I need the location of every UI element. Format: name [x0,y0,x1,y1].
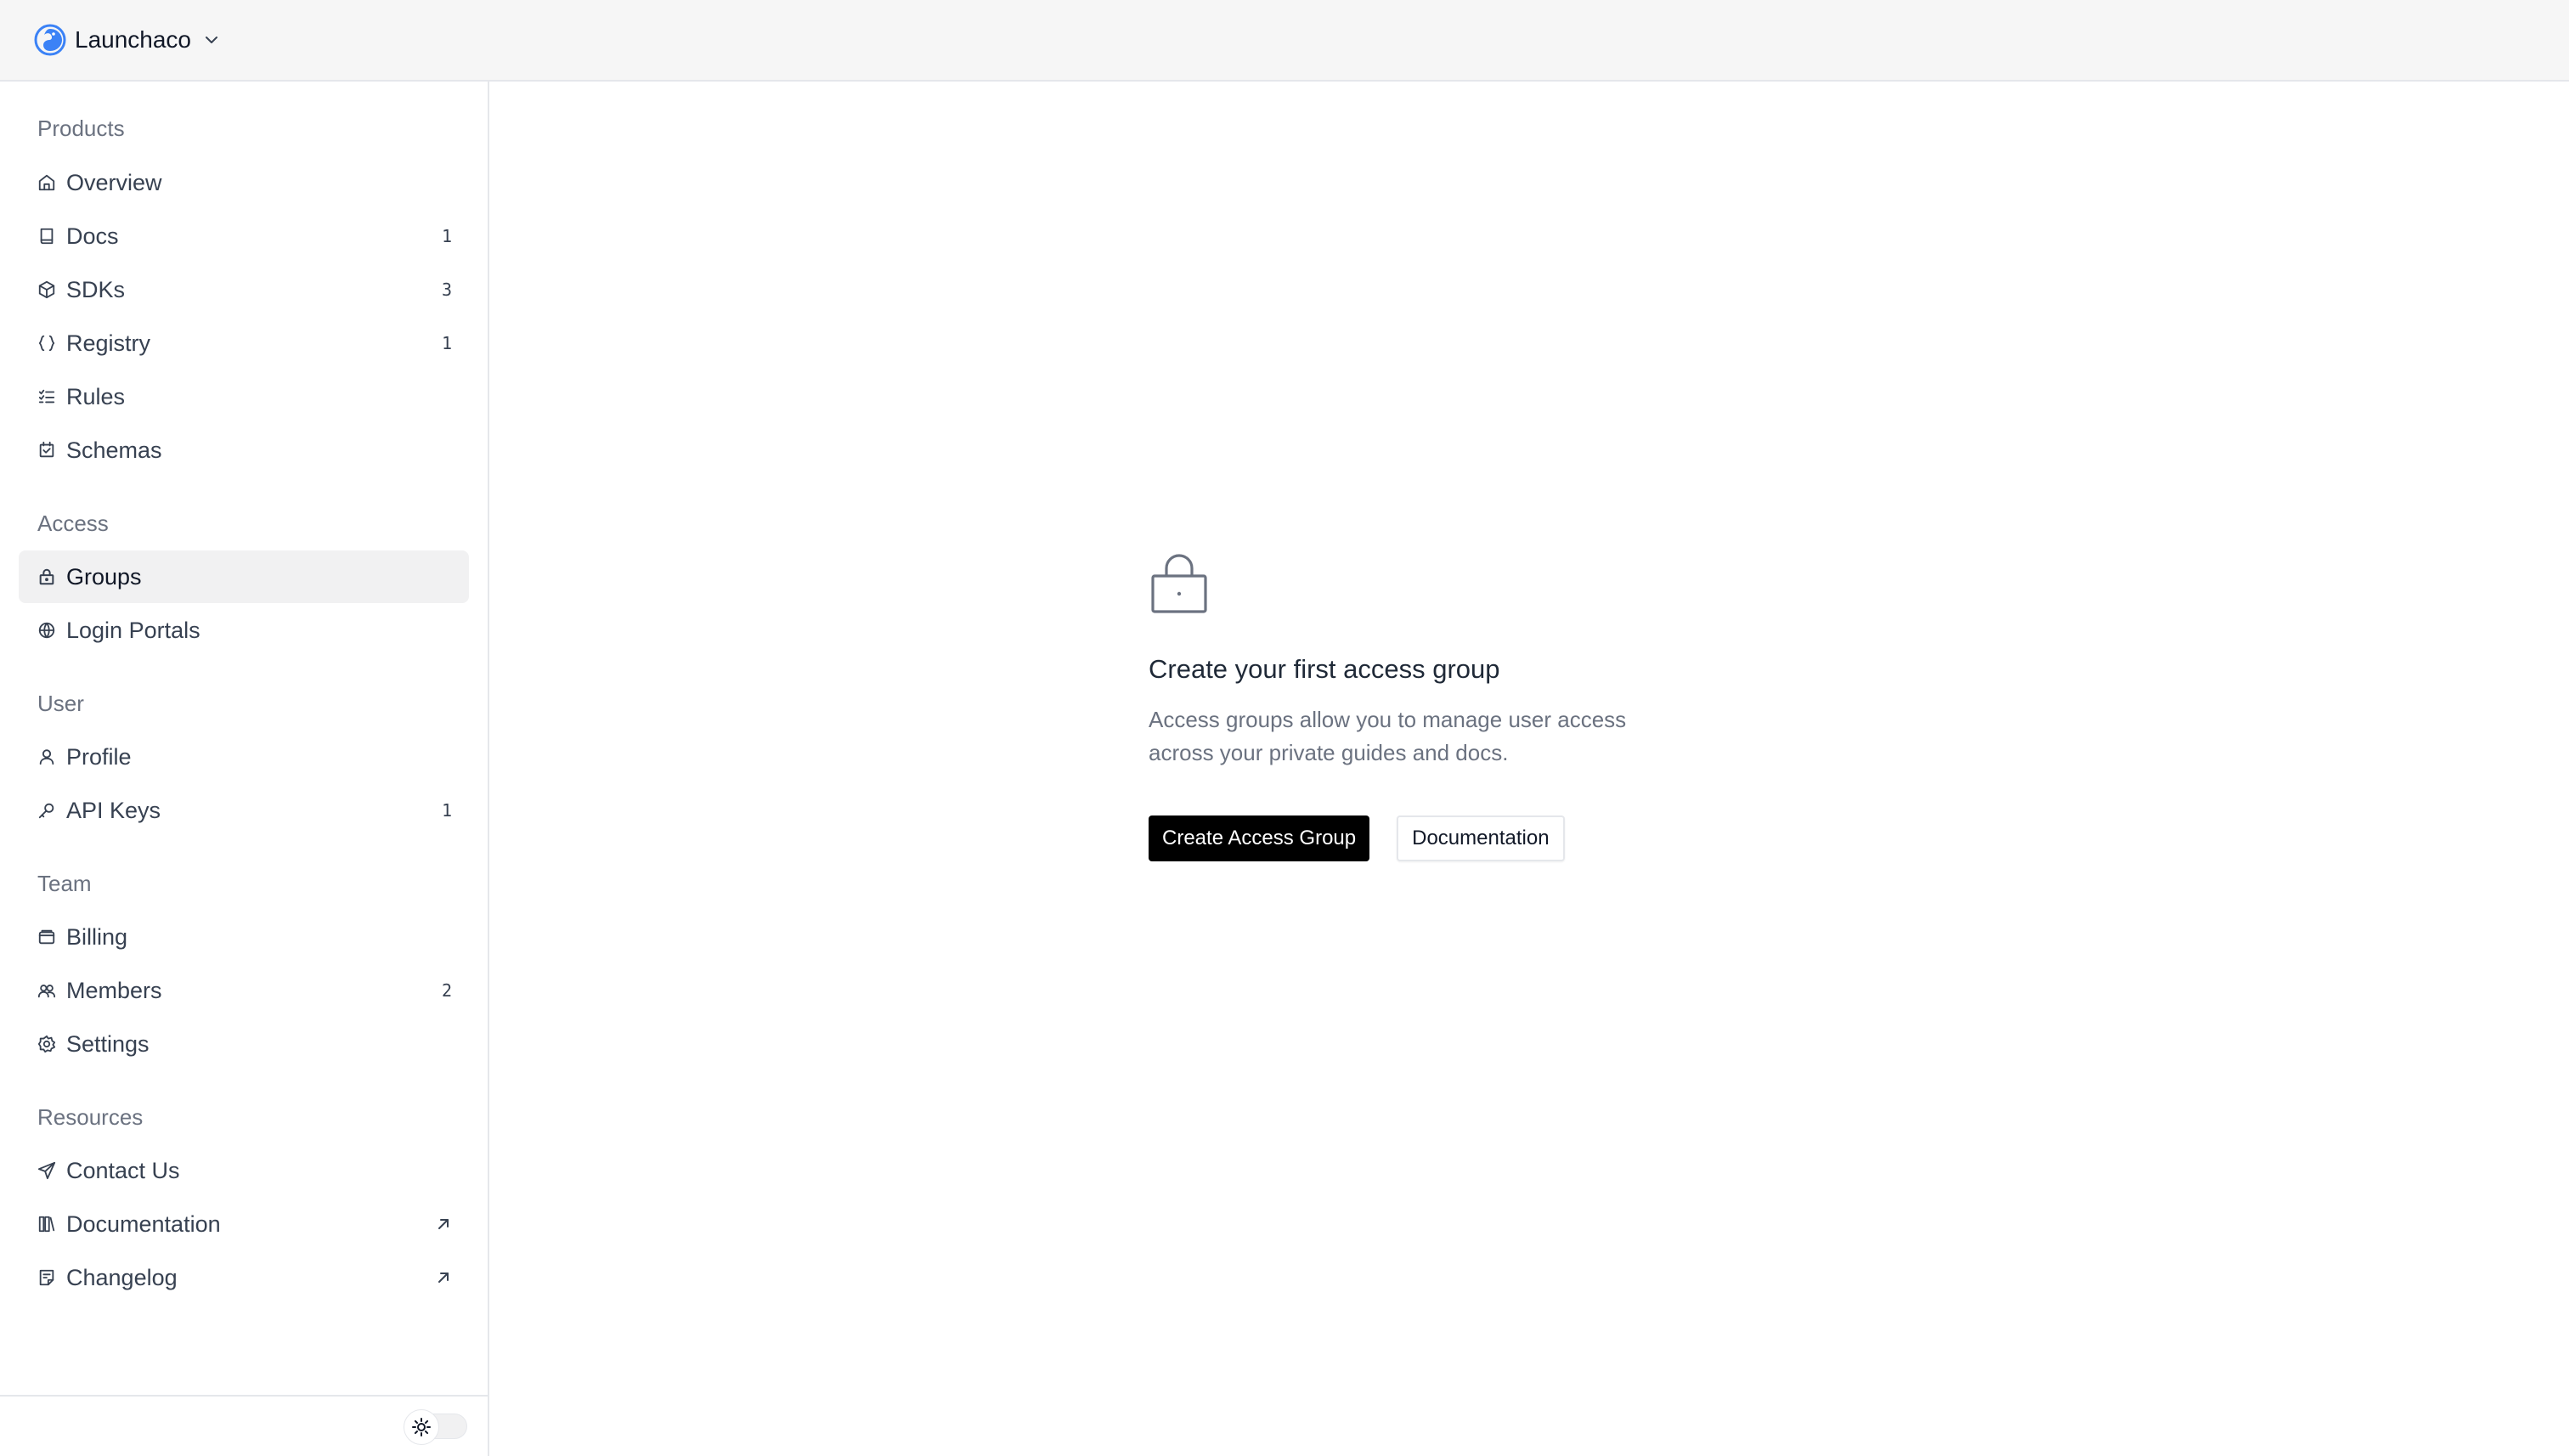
sidebar-item-label: API Keys [66,797,161,823]
sidebar-item-label: Profile [66,743,132,770]
lock-icon [37,567,56,586]
sidebar-item-api-keys[interactable]: API Keys 1 [19,784,469,837]
library-icon [37,1215,56,1233]
sidebar-item-label: SDKs [66,276,126,302]
package-icon [37,280,56,299]
app-window: Launchaco Products Overview Docs 1 SDKs … [0,0,2569,1456]
sidebar: Products Overview Docs 1 SDKs 3 Registry… [0,82,489,1456]
gear-icon [37,1035,56,1053]
sidebar-item-profile[interactable]: Profile [19,731,469,783]
count-badge: 1 [441,333,452,353]
send-icon [37,1161,56,1180]
globe-icon [37,621,56,640]
documentation-button[interactable]: Documentation [1397,815,1565,861]
count-badge: 2 [441,980,452,1001]
org-switcher[interactable]: Launchaco [34,24,220,56]
section-title-products: Products [37,116,125,141]
theme-toggle-knob [404,1409,439,1445]
book-icon [37,227,56,245]
section-title-resources: Resources [37,1104,144,1130]
sidebar-item-sdks[interactable]: SDKs 3 [19,263,469,316]
sidebar-item-label: Registry [66,330,151,356]
arrow-up-right-icon [435,1269,452,1286]
user-icon [37,748,56,766]
sidebar-item-label: Documentation [66,1211,221,1237]
users-icon [37,981,56,1000]
create-access-group-button[interactable]: Create Access Group [1149,815,1370,861]
home-icon [37,173,56,192]
sidebar-item-contact-us[interactable]: Contact Us [19,1144,469,1197]
count-badge: 3 [441,279,452,300]
sidebar-item-label: Login Portals [66,617,200,643]
lock-icon [1150,552,1210,615]
sidebar-item-documentation[interactable]: Documentation [19,1198,469,1250]
sidebar-item-label: Settings [66,1030,150,1057]
sidebar-item-label: Groups [66,563,142,590]
sidebar-item-label: Billing [66,923,128,950]
section-title-user: User [37,691,84,716]
sidebar-item-groups[interactable]: Groups [19,550,469,603]
sidebar-item-label: Rules [66,383,126,409]
sidebar-footer [0,1395,488,1456]
list-checks-icon [37,387,56,406]
sidebar-item-settings[interactable]: Settings [19,1018,469,1070]
section-title-access: Access [37,511,109,536]
count-badge: 1 [441,226,452,246]
sidebar-item-label: Schemas [66,437,162,463]
org-name: Launchaco [75,26,192,53]
schema-icon [37,441,56,460]
sidebar-item-label: Changelog [66,1264,178,1290]
sidebar-item-label: Members [66,977,162,1003]
theme-toggle[interactable] [404,1409,467,1445]
sidebar-item-schemas[interactable]: Schemas [19,424,469,477]
main-content: Create your first access group Access gr… [491,83,2569,1456]
section-title-team: Team [37,871,92,896]
sidebar-item-rules[interactable]: Rules [19,370,469,423]
sidebar-item-members[interactable]: Members 2 [19,964,469,1017]
sun-icon [411,1417,432,1437]
notes-icon [37,1268,56,1287]
empty-state: Create your first access group Access gr… [1149,552,1743,861]
key-icon [37,801,56,820]
empty-state-title: Create your first access group [1149,654,1500,684]
sidebar-item-login-portals[interactable]: Login Portals [19,604,469,657]
empty-state-description: Access groups allow you to manage user a… [1149,707,1627,765]
sidebar-item-registry[interactable]: Registry 1 [19,317,469,370]
count-badge: 1 [441,800,452,821]
sidebar-item-docs[interactable]: Docs 1 [19,210,469,262]
sidebar-item-billing[interactable]: Billing [19,911,469,963]
launchaco-logo-icon [34,24,66,56]
empty-state-actions: Create Access Group Documentation [1149,815,1743,861]
sidebar-item-overview[interactable]: Overview [19,156,469,209]
sidebar-item-label: Contact Us [66,1157,180,1183]
chevron-down-icon [203,31,220,48]
sidebar-item-changelog[interactable]: Changelog [19,1251,469,1304]
braces-icon [37,334,56,353]
sidebar-item-label: Overview [66,169,162,195]
sidebar-item-label: Docs [66,223,119,249]
top-bar: Launchaco [0,0,2569,82]
wallet-icon [37,928,56,946]
arrow-up-right-icon [435,1216,452,1233]
